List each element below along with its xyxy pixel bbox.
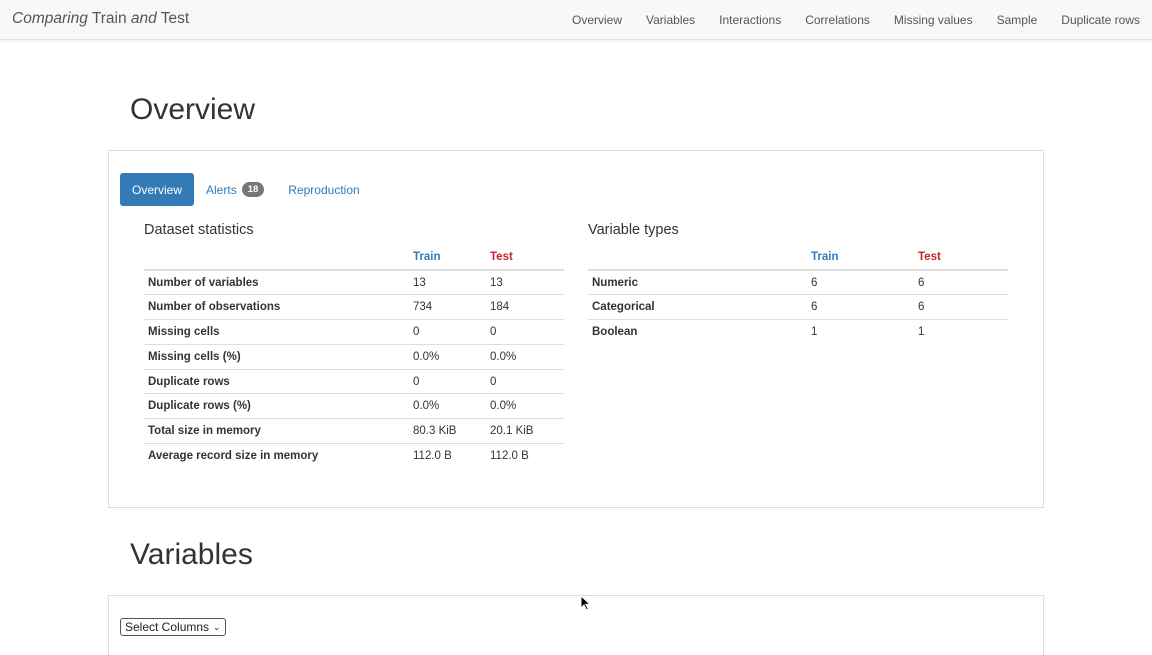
test-value: 112.0 B — [486, 443, 564, 469]
nav-link-duplicate-rows[interactable]: Duplicate rows — [1049, 13, 1152, 27]
brand-part-1: Comparing — [12, 10, 88, 27]
dataset-statistics-title: Dataset statistics — [144, 222, 254, 238]
test-value: 13 — [490, 276, 503, 289]
test-value: 184 — [486, 294, 564, 320]
table-row: Duplicate rows 0 0 — [144, 368, 564, 394]
header-train: Train — [807, 245, 914, 271]
nav-link-interactions[interactable]: Interactions — [707, 13, 793, 27]
table-row: Duplicate rows (%) 0.0% 0.0% — [144, 393, 564, 419]
train-value: 0.0% — [409, 343, 486, 370]
test-value: 6 — [918, 276, 925, 289]
row-label: Total size in memory — [144, 418, 409, 444]
row-label: Number of variables — [148, 276, 259, 289]
test-value: 0.0% — [486, 393, 564, 419]
nav-link-missing-values[interactable]: Missing values — [882, 13, 985, 27]
variables-heading: Variables — [130, 538, 253, 571]
nav-link-variables[interactable]: Variables — [634, 13, 707, 27]
row-label: Categorical — [588, 294, 807, 320]
train-value: 0.0% — [409, 393, 486, 419]
train-value: 6 — [807, 294, 914, 320]
train-value: 6 — [811, 276, 818, 289]
variables-panel: Select Columns ⌄ — [108, 595, 1044, 655]
variable-types-table: Train Test Numeric 6 6 Categorical 6 6 B… — [588, 245, 1008, 345]
top-navbar: Comparing Train and Test Overview Variab… — [0, 0, 1152, 40]
mouse-pointer-icon — [580, 595, 592, 611]
table-row: Missing cells 0 0 — [144, 319, 564, 345]
row-label: Missing cells — [144, 319, 409, 345]
tab-alerts-label: Alerts — [206, 182, 237, 197]
header-test: Test — [914, 245, 1008, 271]
table-header-row: Train Test — [144, 245, 564, 271]
row-label: Duplicate rows — [144, 368, 409, 394]
test-value: 0.0% — [486, 343, 564, 370]
test-value: 6 — [914, 294, 1008, 320]
test-value: 20.1 KiB — [486, 418, 564, 444]
table-row: Numeric 6 6 — [588, 270, 1008, 295]
overview-tabs: Overview Alerts 18 Reproduction — [120, 173, 372, 206]
tab-reproduction[interactable]: Reproduction — [276, 173, 371, 206]
tab-alerts[interactable]: Alerts 18 — [194, 173, 276, 206]
nav-links: Overview Variables Interactions Correlat… — [560, 0, 1152, 40]
row-label: Duplicate rows (%) — [144, 393, 409, 419]
chevron-down-icon: ⌄ — [213, 621, 221, 632]
overview-heading: Overview — [130, 93, 256, 126]
header-train: Train — [409, 245, 486, 271]
table-header-row: Train Test — [588, 245, 1008, 271]
train-value: 0 — [409, 319, 486, 345]
test-value: 0 — [486, 368, 564, 394]
overview-panel: Overview Alerts 18 Reproduction Dataset … — [108, 150, 1044, 508]
train-value: 112.0 B — [409, 443, 486, 469]
table-row: Number of observations 734 184 — [144, 294, 564, 320]
table-row: Boolean 1 1 — [588, 319, 1008, 345]
table-row: Missing cells (%) 0.0% 0.0% — [144, 343, 564, 370]
brand-part-3: and — [130, 10, 157, 27]
table-row: Total size in memory 80.3 KiB 20.1 KiB — [144, 418, 564, 444]
header-test: Test — [486, 245, 564, 271]
test-value: 1 — [914, 319, 1008, 345]
nav-link-overview[interactable]: Overview — [560, 13, 634, 27]
brand-part-4: Test — [156, 10, 190, 27]
nav-link-correlations[interactable]: Correlations — [793, 13, 882, 27]
tab-overview[interactable]: Overview — [120, 173, 195, 206]
row-label: Missing cells (%) — [144, 343, 409, 370]
table-row: Categorical 6 6 — [588, 294, 1008, 320]
row-label: Number of observations — [144, 294, 409, 320]
variable-types-title: Variable types — [588, 222, 679, 238]
alerts-count-badge: 18 — [241, 182, 265, 197]
header-blank — [144, 245, 409, 271]
row-label: Boolean — [588, 319, 807, 345]
nav-link-sample[interactable]: Sample — [985, 13, 1050, 27]
header-blank — [588, 245, 807, 271]
train-value: 0 — [409, 368, 486, 394]
select-columns-dropdown[interactable]: Select Columns ⌄ — [120, 618, 226, 636]
select-columns-label: Select Columns — [125, 620, 210, 634]
dataset-statistics-table: Train Test Number of variables 13 13 Num… — [144, 245, 564, 469]
brand-part-2: Train — [87, 10, 131, 27]
table-row: Average record size in memory 112.0 B 11… — [144, 443, 564, 469]
table-row: Number of variables 13 13 — [144, 270, 564, 295]
train-value: 734 — [409, 294, 486, 320]
report-title[interactable]: Comparing Train and Test — [12, 10, 189, 28]
test-value: 0 — [486, 319, 564, 345]
row-label: Numeric — [592, 276, 639, 289]
row-label: Average record size in memory — [144, 443, 409, 469]
train-value: 80.3 KiB — [409, 418, 486, 444]
train-value: 1 — [807, 319, 914, 345]
train-value: 13 — [413, 276, 426, 289]
